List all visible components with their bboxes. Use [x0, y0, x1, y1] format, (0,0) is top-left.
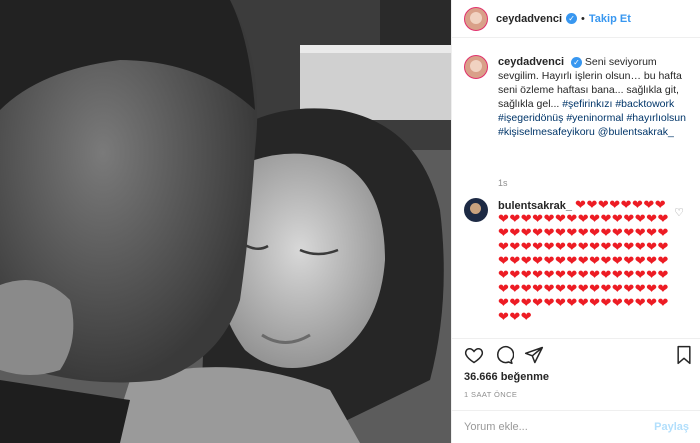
likes-count[interactable]: 36.666 beğenme	[464, 371, 549, 383]
hashtag[interactable]: #şefirinkızı	[562, 98, 612, 110]
hashtag[interactable]: #kişiselmesafeyikoru	[498, 126, 595, 138]
comment-like-icon[interactable]: ♡	[674, 206, 684, 219]
comment-hearts: ❤❤❤❤❤❤❤❤❤❤❤❤❤❤❤❤❤❤❤❤❤❤❤❤❤❤❤❤❤❤❤❤❤❤❤❤❤❤❤❤…	[498, 197, 669, 324]
comment-body: bulentsakrak_ ❤❤❤❤❤❤❤❤❤❤❤❤❤❤❤❤❤❤❤❤❤❤❤❤❤❤…	[498, 198, 673, 324]
comment-input[interactable]	[464, 421, 634, 433]
caption-avatar[interactable]	[464, 55, 488, 79]
caption-username[interactable]: ceydadvenci	[498, 56, 564, 68]
separator-dot: •	[581, 12, 585, 25]
caption-time: 1s	[498, 178, 508, 188]
share-icon[interactable]	[524, 345, 544, 365]
heart-icon[interactable]	[464, 345, 484, 365]
hashtag[interactable]: #hayırlıolsun	[626, 112, 686, 124]
action-bar	[452, 338, 700, 368]
post-sidebar: ceydadvenci ✓ • Takip Et ceydadvenci ✓ S…	[451, 0, 700, 443]
post-comment-button[interactable]: Paylaş	[654, 421, 689, 433]
follow-button[interactable]: Takip Et	[589, 13, 631, 25]
add-comment-bar: Paylaş	[452, 410, 700, 443]
caption-text-block: ceydadvenci ✓ Seni seviyorum sevgilim. H…	[498, 55, 688, 139]
verified-icon: ✓	[570, 56, 582, 68]
hashtag[interactable]: #backtowork	[615, 98, 674, 110]
post-time: 1 SAAT ÖNCE	[464, 390, 518, 399]
comment-item: bulentsakrak_ ❤❤❤❤❤❤❤❤❤❤❤❤❤❤❤❤❤❤❤❤❤❤❤❤❤❤…	[464, 198, 694, 324]
post-photo[interactable]	[0, 0, 451, 443]
couple-photo-illustration	[0, 0, 451, 443]
bookmark-icon[interactable]	[674, 345, 694, 365]
verified-icon: ✓	[566, 13, 578, 24]
hashtag[interactable]: #işegeridönüş	[498, 112, 563, 124]
header-username[interactable]: ceydadvenci	[496, 13, 562, 25]
post-header: ceydadvenci ✓ • Takip Et	[452, 0, 700, 38]
hashtag[interactable]: #yeninormal	[566, 112, 623, 124]
mention[interactable]: @bulentsakrak_	[598, 126, 674, 138]
avatar[interactable]	[464, 6, 488, 31]
post-caption: ceydadvenci ✓ Seni seviyorum sevgilim. H…	[464, 55, 689, 139]
comment-avatar[interactable]	[464, 198, 488, 222]
comment-icon[interactable]	[494, 345, 514, 365]
